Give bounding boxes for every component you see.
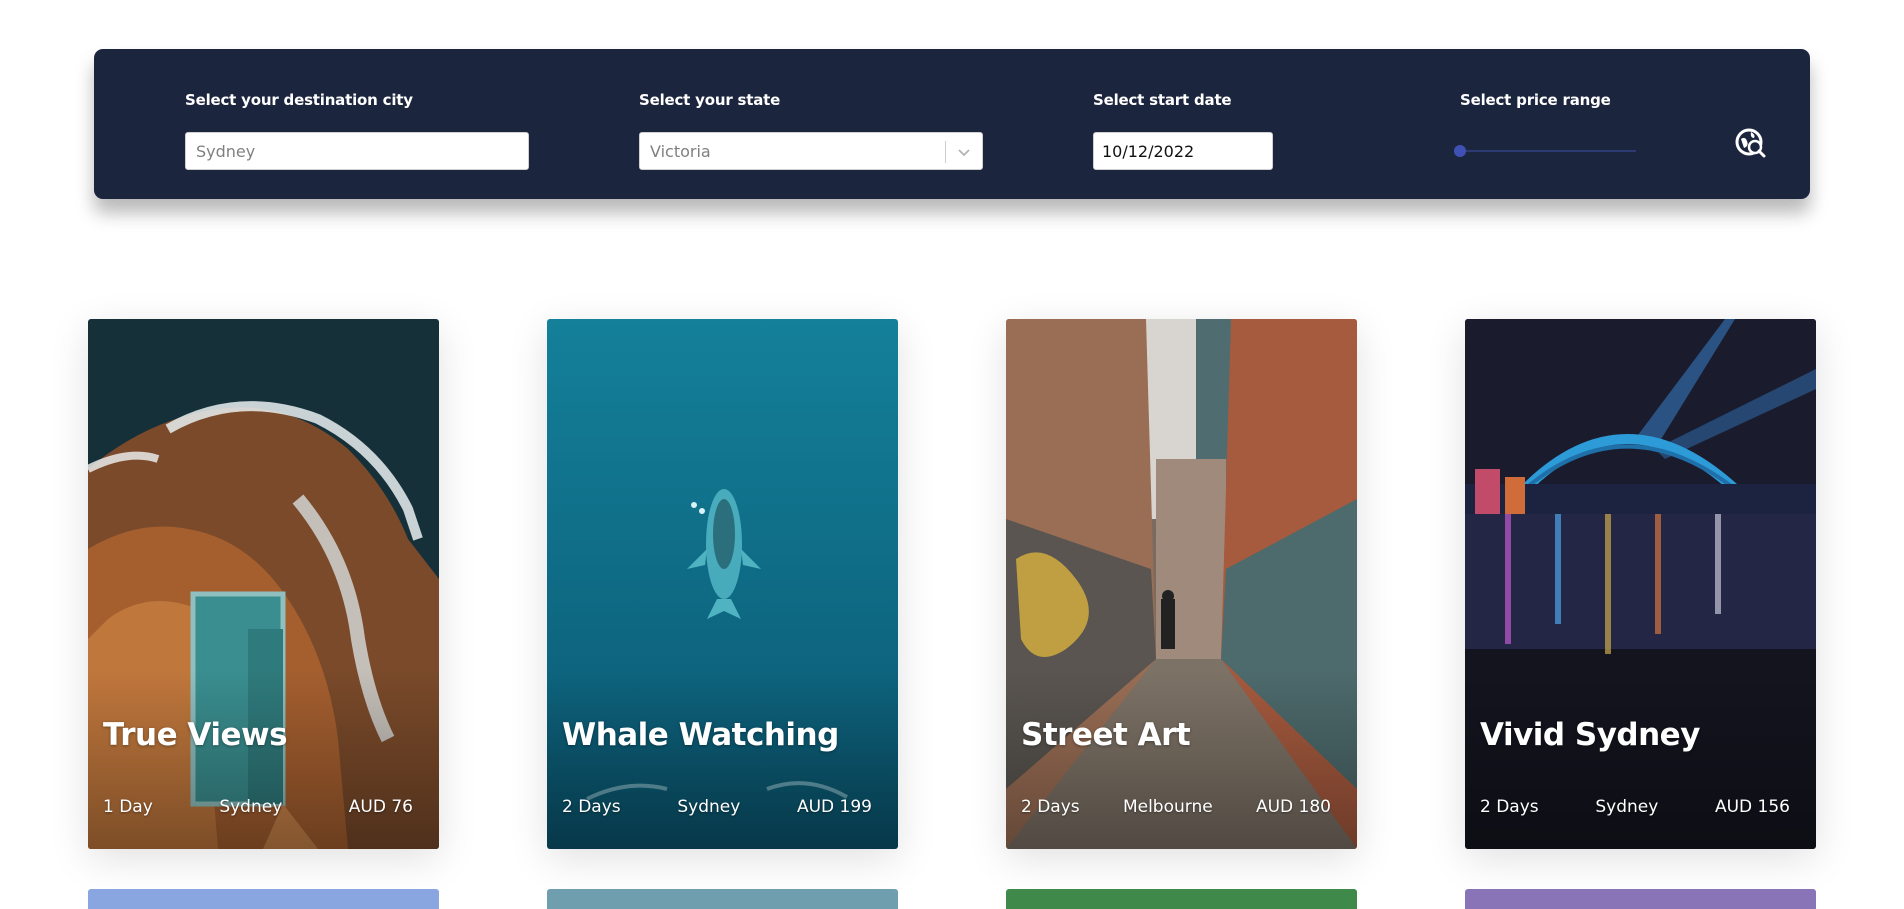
- start-date-input[interactable]: 10/12/2022: [1093, 132, 1273, 170]
- city-input[interactable]: Sydney: [185, 132, 529, 170]
- card-duration: 1 Day: [103, 797, 153, 817]
- card-city: Melbourne: [1122, 797, 1213, 817]
- card-gradient: [1006, 669, 1357, 849]
- price-label: Select price range: [1460, 91, 1611, 109]
- card-city: Sydney: [1595, 797, 1659, 817]
- chevron-down-icon[interactable]: [956, 144, 972, 160]
- card-price: AUD 199: [796, 797, 872, 817]
- card-meta: 2 Days Melbourne AUD 180: [1021, 797, 1331, 817]
- state-select[interactable]: Victoria: [639, 132, 983, 170]
- card-city: Sydney: [219, 797, 283, 817]
- card-gradient: [1465, 669, 1816, 849]
- card-title: True Views: [103, 717, 288, 753]
- card-price: AUD 76: [348, 797, 413, 817]
- tour-card-partial[interactable]: [88, 889, 439, 909]
- tour-card[interactable]: Street Art 2 Days Melbourne AUD 180: [1006, 319, 1357, 849]
- card-meta: 2 Days Sydney AUD 199: [562, 797, 872, 817]
- tour-card[interactable]: Vivid Sydney 2 Days Sydney AUD 156: [1465, 319, 1816, 849]
- select-separator: [945, 141, 946, 163]
- card-duration: 2 Days: [562, 797, 621, 817]
- date-label: Select start date: [1093, 91, 1232, 109]
- card-duration: 2 Days: [1021, 797, 1080, 817]
- tour-card-partial[interactable]: [1465, 889, 1816, 909]
- card-city: Sydney: [677, 797, 741, 817]
- location-search-icon[interactable]: [1734, 127, 1768, 161]
- search-filter-bar: Select your destination city Sydney Sele…: [94, 49, 1810, 199]
- city-label: Select your destination city: [185, 91, 413, 109]
- card-gradient: [88, 669, 439, 849]
- state-label: Select your state: [639, 91, 781, 109]
- card-meta: 1 Day Sydney AUD 76: [103, 797, 413, 817]
- tour-card[interactable]: True Views 1 Day Sydney AUD 76: [88, 319, 439, 849]
- card-gradient: [547, 669, 898, 849]
- card-duration: 2 Days: [1480, 797, 1539, 817]
- tour-card-partial[interactable]: [1006, 889, 1357, 909]
- card-price: AUD 156: [1714, 797, 1790, 817]
- card-title: Whale Watching: [562, 717, 839, 753]
- price-range-slider-thumb[interactable]: [1454, 145, 1466, 157]
- price-range-slider-track[interactable]: [1460, 150, 1636, 152]
- card-meta: 2 Days Sydney AUD 156: [1480, 797, 1790, 817]
- card-title: Street Art: [1021, 717, 1191, 753]
- tour-card[interactable]: Whale Watching 2 Days Sydney AUD 199: [547, 319, 898, 849]
- state-select-value: Victoria: [650, 142, 711, 161]
- tour-card-partial[interactable]: [547, 889, 898, 909]
- card-title: Vivid Sydney: [1480, 717, 1700, 753]
- card-price: AUD 180: [1255, 797, 1331, 817]
